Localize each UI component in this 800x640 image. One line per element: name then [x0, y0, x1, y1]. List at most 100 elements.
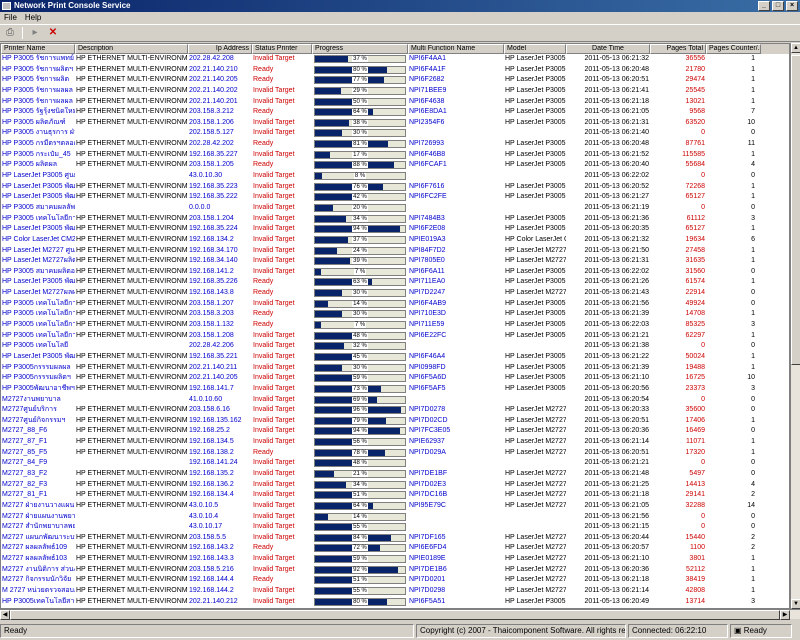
table-row[interactable]: HP P3005 สมาคมผลิตอาหารHP ETHERNET MULTI…: [1, 267, 789, 278]
column-description[interactable]: Description: [75, 44, 188, 54]
progress-label: 55 %: [315, 588, 405, 595]
table-row[interactable]: HP P3005 รัชการแพทย์ HP ETHERNET MULTI-EN…: [1, 54, 789, 65]
progress-bar: 30 %: [314, 129, 406, 138]
table-row[interactable]: M2727ศูนย์บริการ HP ETHERNET MULTI-ENVIRO…: [1, 405, 789, 416]
column-multi-function-name[interactable]: Multi Function Name: [408, 44, 504, 54]
table-row[interactable]: M2727_84_F9 192.168.141.24 Invalid Target 4…: [1, 458, 789, 469]
table-row[interactable]: HP P3005 รัชการผลผล HP ETHERNET MULTI-ENV…: [1, 86, 789, 97]
cell-progress: 30 %: [312, 128, 408, 139]
cell-pages-total: 32288: [685, 501, 705, 509]
table-row[interactable]: HP P3005กรรรมผลผล HP ETHERNET MULTI-ENVIR…: [1, 363, 789, 374]
table-row[interactable]: M 2727 หน่วยตรวจสอบภายในHP ETHERNET MULT…: [1, 586, 789, 597]
cell-multi-function-name: NPI6E6FD4: [409, 544, 447, 552]
table-row[interactable]: HP P3005 เทคโนโลยีการ HP ETHERNET MULTI-E…: [1, 214, 789, 225]
column-pages-total[interactable]: Pages Total: [650, 44, 706, 54]
scroll-up-button[interactable]: ▲: [791, 43, 800, 53]
table-row[interactable]: HP P3005 สมาคมผลลัพธ์ 0.0.0.0 Invalid Targ…: [1, 203, 789, 214]
table-row[interactable]: HP P3005 รัชการผลิตฯ HP ETHERNET MULTI-EN…: [1, 65, 789, 76]
table-row[interactable]: HP LaserJet M2727ผลผล HP ETHERNET MULTI-E…: [1, 288, 789, 299]
cell-status: Invalid Target: [253, 512, 295, 520]
cell-pages-counter: 10: [747, 118, 755, 126]
table-row[interactable]: HP P3005 กรมีตรฯตลอด HP ETHERNET MULTI-EN…: [1, 139, 789, 150]
table-row[interactable]: HP P3005เทคโนโลยีสารสนเทศHP ETHERNET MUL…: [1, 597, 789, 608]
table-row[interactable]: HP P3005 เทคโนโลยีการ HP ETHERNET MULTI-E…: [1, 299, 789, 310]
vertical-scrollbar[interactable]: ▲ ▼: [790, 43, 800, 609]
progress-text: 37 %: [352, 236, 368, 243]
table-row[interactable]: HP P3005 งานธุรการ ฝ่าย 202.158.5.127 Inva…: [1, 128, 789, 139]
printer-list[interactable]: Printer Name Description Ip Address Stat…: [0, 43, 790, 609]
forward-arrow-icon[interactable]: ▸: [29, 27, 41, 39]
table-row[interactable]: M2727 ฝ่ายงานวางแผน HP ETHERNET MULTI-ENV…: [1, 501, 789, 512]
progress-bar: 39 %: [314, 257, 406, 266]
table-row[interactable]: HP LaserJet M2727ผลิต HP ETHERNET MULTI-E…: [1, 256, 789, 267]
table-row[interactable]: HP P3005 ผลิตผล HP ETHERNET MULTI-ENVIRON…: [1, 160, 789, 171]
column-pages-counter[interactable]: Pages Counter/...: [706, 44, 761, 54]
column-ip-address[interactable]: Ip Address: [188, 44, 252, 54]
progress-bar: 94 %: [314, 427, 406, 436]
column-printer-name[interactable]: Printer Name: [1, 44, 75, 54]
cell-pages-total: 85325: [685, 321, 705, 329]
table-row[interactable]: HP P3005 รัฐรุ้งชนิดใหม่ HP ETHERNET MULT…: [1, 107, 789, 118]
column-date-time[interactable]: Date Time: [566, 44, 650, 54]
scroll-left-button[interactable]: ◀: [0, 610, 10, 620]
cell-printer-name: HP P3005 กรมีตรฯตลอด: [2, 140, 75, 148]
horizontal-scrollbar[interactable]: ◀ ▶: [0, 609, 800, 620]
table-row[interactable]: HP P3005 รัชการผลผล HP ETHERNET MULTI-ENV…: [1, 97, 789, 108]
menu-help[interactable]: Help: [25, 12, 41, 24]
scroll-down-button[interactable]: ▼: [791, 599, 800, 609]
close-button[interactable]: ×: [786, 1, 798, 11]
scroll-right-button[interactable]: ▶: [780, 610, 790, 620]
table-row[interactable]: HP LaserJet P3005 พัฒนฯHP ETHERNET MULTI…: [1, 277, 789, 288]
printer-icon[interactable]: ⎙: [4, 27, 16, 39]
table-row[interactable]: M2727 ผลผลลัพธ์103 HP ETHERNET MULTI-ENVI…: [1, 554, 789, 565]
table-row[interactable]: M2727_83_F2 HP ETHERNET MULTI-ENVIRONMENT…: [1, 469, 789, 480]
table-row[interactable]: M2727 กิจกรรมนักวิจัย HP ETHERNET MULTI-E…: [1, 575, 789, 586]
cell-pages-total: 52112: [686, 565, 705, 573]
cell-status: Invalid Target: [253, 523, 295, 531]
table-row[interactable]: M2727_85_F5 HP ETHERNET MULTI-ENVIRONMENT…: [1, 448, 789, 459]
menu-file[interactable]: File: [4, 12, 17, 24]
cell-ip-address: 0.0.0.0: [189, 203, 211, 211]
table-row[interactable]: HP P3005 เทคโนโลยี 202.28.42.206 Invalid T…: [1, 341, 789, 352]
table-row[interactable]: HP P3005 เทคโนโลยีการ HP ETHERNET MULTI-E…: [1, 309, 789, 320]
minimize-button[interactable]: _: [758, 1, 770, 11]
cell-pages-total: 0: [701, 129, 705, 137]
table-row[interactable]: HP LaserJet P3005 ศูนย์ 43.0.10.30 Invalid…: [1, 171, 789, 182]
column-model[interactable]: Model: [504, 44, 566, 54]
vertical-scroll-thumb[interactable]: [791, 55, 800, 365]
cell-ip-address: 202.158.5.127: [189, 129, 234, 137]
table-row[interactable]: HP P3005กรรรมผลิตฯ HP ETHERNET MULTI-ENVI…: [1, 373, 789, 384]
table-row[interactable]: M2727ศูนย์กิจกรรมฯ HP ETHERNET MULTI-ENVI…: [1, 416, 789, 427]
progress-label: 51 %: [315, 577, 405, 584]
table-row[interactable]: M2727_88_F6 HP ETHERNET MULTI-ENVIRONMENT…: [1, 426, 789, 437]
table-row[interactable]: HP LaserJet P3005 พัฒนฯHP ETHERNET MULTI…: [1, 224, 789, 235]
maximize-button[interactable]: □: [772, 1, 784, 11]
column-status-printer[interactable]: Status Printer: [252, 44, 312, 54]
table-row[interactable]: HP LaserJet P3005 พัฒนฯHP ETHERNET MULTI…: [1, 352, 789, 363]
horizontal-scroll-thumb[interactable]: [10, 610, 780, 620]
table-row[interactable]: HP P3005 เทคโนโลยีการ HP ETHERNET MULTI-E…: [1, 331, 789, 342]
table-row[interactable]: HP P3005 กระเป๋ม_45 HP ETHERNET MULTI-ENV…: [1, 150, 789, 161]
table-row[interactable]: M2727_81_F1 HP ETHERNET MULTI-ENVIRONMENT…: [1, 490, 789, 501]
table-row[interactable]: HP LaserJet M2727 ศูนย์ HP ETHERNET MULTI…: [1, 246, 789, 257]
cell-model: [504, 522, 566, 533]
table-row[interactable]: M2727 งานนิติการ ส่วนงานHP ETHERNET MULT…: [1, 565, 789, 576]
table-row[interactable]: HP Color LaserJet CM23 HP ETHERNET MULTI-…: [1, 235, 789, 246]
table-row[interactable]: HP LaserJet P3005 พัฒนฯHP ETHERNET MULTI…: [1, 182, 789, 193]
delete-x-icon[interactable]: ✕: [47, 27, 59, 39]
table-row[interactable]: HP P3005 เทคโนโลยีการ HP ETHERNET MULTI-E…: [1, 320, 789, 331]
cell-progress: 73 %: [312, 384, 408, 395]
table-row[interactable]: M2727งานพยาบาล 41.0.10.60 Invalid Target 69…: [1, 395, 789, 406]
table-row[interactable]: HP LaserJet P3005 พัฒนฯHP ETHERNET MULTI…: [1, 192, 789, 203]
table-row[interactable]: M2727_82_F3 HP ETHERNET MULTI-ENVIRONMENT…: [1, 480, 789, 491]
table-row[interactable]: M2727 ฝ่ายแผนงานพยาบาล 43.0.10.4 Invalid T…: [1, 512, 789, 523]
cell-printer-name: HP P3005 งานธุรการ ฝ่าย: [2, 129, 75, 137]
table-row[interactable]: HP P3005 รัชการผลิต HP ETHERNET MULTI-ENV…: [1, 75, 789, 86]
table-row[interactable]: M2727 สำนักพยาบาลพยาบาล 43.0.10.17 Invalid…: [1, 522, 789, 533]
table-row[interactable]: M2727 แผนกพัฒนาระบบ HP ETHERNET MULTI-ENV…: [1, 533, 789, 544]
table-row[interactable]: HP P3005 ผลิตภัณฑ์ HP ETHERNET MULTI-ENVI…: [1, 118, 789, 129]
table-row[interactable]: M2727 ผลผลลัพธ์109 HP ETHERNET MULTI-ENVI…: [1, 543, 789, 554]
column-progress[interactable]: Progress: [312, 44, 408, 54]
table-row[interactable]: M2727_87_F1 HP ETHERNET MULTI-ENVIRONMENT…: [1, 437, 789, 448]
table-row[interactable]: HP P3005พัฒนาอาชีพฯ HP ETHERNET MULTI-ENV…: [1, 384, 789, 395]
